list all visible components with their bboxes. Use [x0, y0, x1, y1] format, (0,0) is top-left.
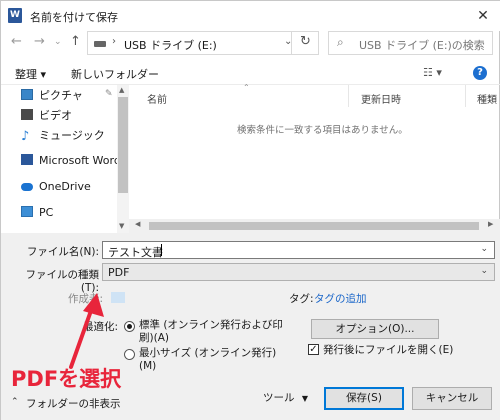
help-icon[interactable]: ? — [473, 66, 487, 80]
filename-label: ファイル名(N): — [26, 246, 99, 258]
search-placeholder: USB ドライブ (E:)の検索 — [359, 39, 485, 52]
sidebar-item-label: Microsoft Word — [39, 154, 121, 167]
save-as-dialog: W 名前を付けて保存 ✕ ← → ⌄ ↑ › USB ドライブ (E:) ⌄ ↻… — [0, 0, 500, 420]
annotation-label: PDFを選択 — [11, 367, 122, 391]
tags-label: タグ: — [289, 293, 314, 305]
file-list: 名前 ⌃ 更新日時 種類 検索条件に一致する項目はありません。 — [129, 83, 500, 233]
options-button[interactable]: オプション(O)... — [311, 319, 439, 339]
scroll-down-arrow-icon[interactable]: ▼ — [119, 222, 124, 230]
command-toolbar: 整理 ▾ 新しいフォルダー ☷ ▾ ? — [1, 59, 500, 85]
column-header-modified[interactable]: 更新日時 — [361, 91, 401, 106]
word-app-icon: W — [8, 8, 22, 23]
sidebar-item-label: ミュージック — [39, 129, 105, 142]
sidebar-scroll-thumb[interactable] — [118, 97, 128, 193]
hide-folders-chevron-icon[interactable]: ⌃ — [11, 397, 19, 407]
column-divider[interactable] — [348, 85, 349, 107]
search-icon: ⌕ — [337, 35, 344, 49]
scroll-left-arrow-icon[interactable]: ◀ — [135, 220, 140, 228]
add-tags-link[interactable]: タグの追加 — [314, 291, 367, 306]
search-box[interactable]: ⌕ USB ドライブ (E:)の検索 — [328, 31, 493, 55]
filetype-label: ファイルの種類(T): — [25, 269, 100, 294]
onedrive-icon — [21, 183, 33, 191]
pc-icon — [21, 206, 33, 217]
scroll-up-arrow-icon[interactable]: ▲ — [119, 86, 124, 94]
word-icon — [21, 154, 33, 165]
cancel-button[interactable]: キャンセル — [412, 387, 492, 410]
video-icon — [21, 109, 33, 120]
scroll-right-arrow-icon[interactable]: ▶ — [488, 220, 493, 228]
organize-menu[interactable]: 整理 ▾ — [15, 66, 46, 82]
sidebar-item-pc[interactable]: PC — [21, 202, 53, 224]
sidebar-item-video[interactable]: ビデオ — [21, 105, 72, 127]
forward-arrow-icon[interactable]: → — [34, 34, 45, 49]
address-bar[interactable]: › USB ドライブ (E:) ⌄ — [87, 31, 319, 55]
sidebar-item-label: PC — [39, 206, 54, 219]
sidebar-item-label: ピクチャ — [39, 89, 83, 102]
breadcrumb-usb-drive[interactable]: USB ドライブ (E:) — [124, 37, 217, 53]
hide-folders-toggle[interactable]: フォルダーの非表示 — [26, 396, 121, 411]
window-title: 名前を付けて保存 — [30, 11, 118, 24]
drive-icon — [94, 41, 106, 47]
annotation-arrow-shaft — [69, 303, 95, 369]
annotation-arrow-head — [83, 293, 104, 317]
sidebar-item-music[interactable]: ♪ ミュージック — [21, 125, 105, 147]
open-after-checkbox[interactable]: ✓ — [308, 344, 319, 355]
filename-value: テスト文書 — [108, 246, 163, 259]
close-icon[interactable]: ✕ — [471, 5, 495, 27]
tools-label: ツール — [263, 392, 295, 404]
sidebar-item-label: ビデオ — [39, 109, 72, 122]
optimize-minimum-radio[interactable] — [124, 349, 135, 360]
tools-dropdown-icon: ▼ — [301, 394, 308, 403]
empty-list-message: 検索条件に一致する項目はありません。 — [237, 125, 408, 136]
file-list-hscroll-thumb[interactable] — [149, 222, 479, 230]
optimize-standard-radio[interactable] — [124, 321, 135, 332]
music-icon: ♪ — [21, 129, 30, 144]
sidebar-item-word[interactable]: Microsoft Word — [21, 150, 121, 172]
optimize-minimum-label[interactable]: 最小サイズ (オンライン発行)(M) — [139, 347, 289, 373]
sidebar-item-onedrive[interactable]: OneDrive — [21, 176, 91, 198]
annotation-arrow — [69, 293, 104, 369]
column-header-name[interactable]: 名前 — [147, 91, 167, 106]
sidebar-item-label: OneDrive — [39, 180, 91, 193]
recent-chevron-icon[interactable]: ⌄ — [54, 37, 62, 47]
filetype-value: PDF — [108, 266, 130, 279]
column-divider[interactable] — [465, 85, 466, 107]
navigation-pane: ピクチャ ✎ ビデオ ♪ ミュージック Microsoft Word OneDri… — [1, 85, 129, 233]
view-options-icon[interactable]: ☷ ▾ — [423, 66, 442, 79]
text-cursor — [161, 244, 162, 256]
save-button[interactable]: 保存(S) — [324, 387, 404, 410]
pictures-icon — [21, 89, 33, 100]
sidebar-item-pictures[interactable]: ピクチャ — [21, 85, 83, 107]
refresh-icon[interactable]: ↻ — [291, 31, 319, 55]
up-arrow-icon[interactable]: ↑ — [70, 34, 81, 49]
filetype-dropdown-icon[interactable]: ⌄ — [480, 266, 488, 276]
filetype-select[interactable]: PDF ⌄ — [102, 263, 495, 281]
filename-dropdown-icon[interactable]: ⌄ — [480, 244, 488, 254]
column-header-type[interactable]: 種類 — [477, 91, 497, 106]
tools-menu[interactable]: ツール ▼ — [263, 387, 308, 409]
optimize-standard-label[interactable]: 標準 (オンライン発行および印刷)(A) — [139, 319, 294, 345]
open-after-label[interactable]: 発行後にファイルを開く(E) — [323, 342, 453, 357]
back-arrow-icon[interactable]: ← — [11, 34, 22, 49]
title-bar: W 名前を付けて保存 ✕ — [1, 1, 500, 31]
breadcrumb-chevron-icon[interactable]: › — [112, 36, 116, 47]
pin-icon[interactable]: ✎ — [105, 89, 113, 99]
author-value-redacted[interactable] — [111, 292, 125, 303]
new-folder-button[interactable]: 新しいフォルダー — [71, 66, 159, 82]
sort-ascending-icon: ⌃ — [243, 83, 250, 92]
filename-input[interactable]: テスト文書 ⌄ — [102, 241, 495, 259]
